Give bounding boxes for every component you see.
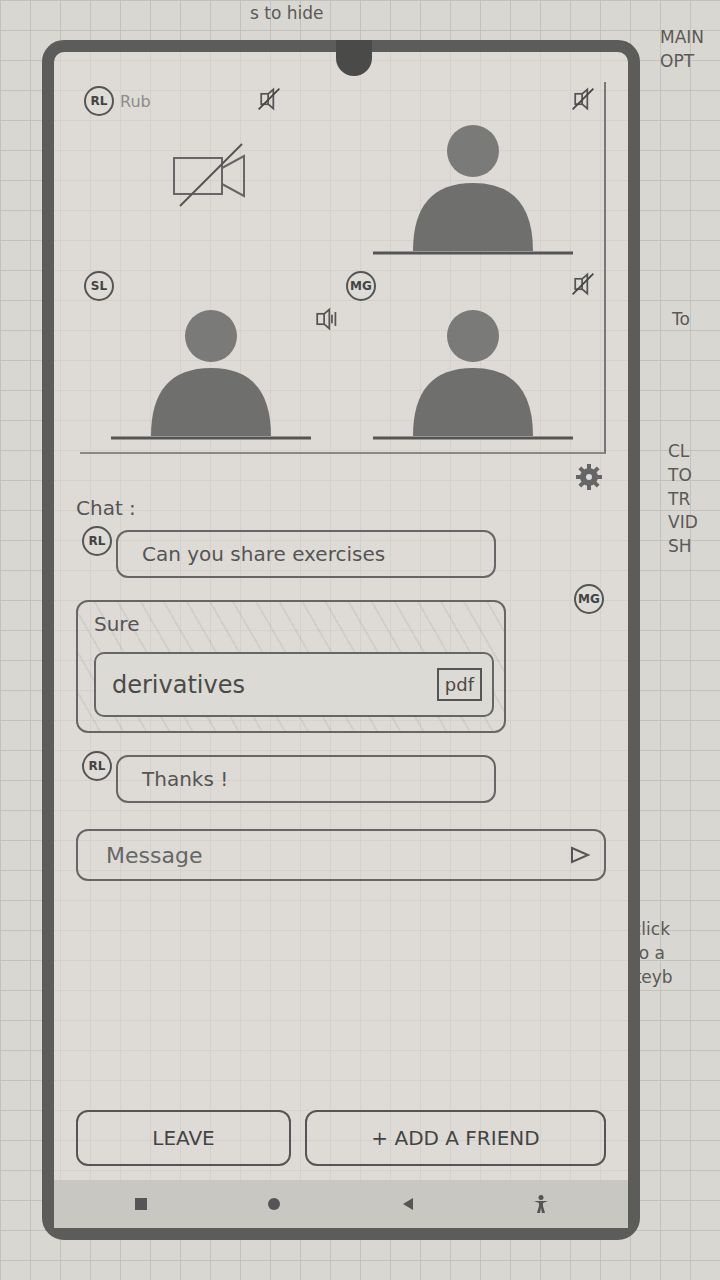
mic-muted-icon[interactable] [570, 86, 596, 112]
margin-note: MAINOPT [660, 26, 704, 74]
participant-badge: RL [84, 86, 114, 116]
phone-frame: RLRubSLMGChat :RLCan you share exercises… [42, 40, 640, 1240]
mic-muted-icon[interactable] [570, 271, 596, 297]
sender-badge: RL [82, 751, 112, 781]
participant-video-icon [353, 111, 593, 261]
navigation-bar [54, 1180, 628, 1228]
video-tile[interactable] [342, 82, 604, 267]
leave-button[interactable]: LEAVE [76, 1110, 291, 1166]
participant-name: Rub [120, 92, 151, 111]
video-tile[interactable]: SL [80, 267, 342, 452]
camera-off-icon [166, 140, 256, 210]
call-screen: RLRubSLMGChat :RLCan you share exercises… [54, 52, 628, 1180]
add-friend-button[interactable]: + ADD A FRIEND [305, 1110, 606, 1166]
gear-icon[interactable] [574, 462, 604, 492]
margin-note: s to hide [250, 2, 323, 26]
participant-video-icon [91, 296, 331, 446]
video-tile[interactable]: MG [342, 267, 604, 452]
front-camera-icon [336, 40, 372, 76]
participant-badge: MG [346, 271, 376, 301]
video-grid: RL Rub SL MG [80, 82, 606, 454]
chat-message: RLThanks ! [76, 755, 606, 803]
video-tile[interactable]: RL Rub [80, 82, 342, 267]
message-input[interactable]: Message [76, 829, 606, 881]
recents-icon[interactable] [131, 1194, 151, 1214]
accessibility-icon[interactable] [531, 1194, 551, 1214]
back-icon[interactable] [398, 1194, 418, 1214]
participant-badge: SL [84, 271, 114, 301]
margin-note: To [672, 308, 690, 332]
chat-message: MGSurederivativespdf [76, 600, 606, 733]
graph-paper: s to hideMAINOPTToCLTOTRVIDSHclickto ake… [0, 0, 720, 1280]
file-attachment[interactable]: derivativespdf [94, 652, 494, 717]
sender-badge: RL [82, 526, 112, 556]
mic-muted-icon[interactable] [256, 86, 282, 112]
message-bubble: Thanks ! [116, 755, 496, 803]
chat-panel: Chat :RLCan you share exercisesMGSureder… [76, 496, 606, 803]
chat-title: Chat : [76, 496, 606, 520]
message-bubble: Can you share exercises [116, 530, 496, 578]
margin-note: CLTOTRVIDSH [668, 440, 698, 559]
pdf-icon: pdf [437, 668, 482, 701]
chat-message: RLCan you share exercises [76, 530, 606, 578]
message-bubble: Surederivativespdf [76, 600, 506, 733]
send-icon[interactable] [568, 843, 592, 867]
sender-badge: MG [574, 584, 604, 614]
home-icon[interactable] [264, 1194, 284, 1214]
mic-speaking-icon[interactable] [312, 306, 338, 332]
participant-video-icon [353, 296, 593, 446]
